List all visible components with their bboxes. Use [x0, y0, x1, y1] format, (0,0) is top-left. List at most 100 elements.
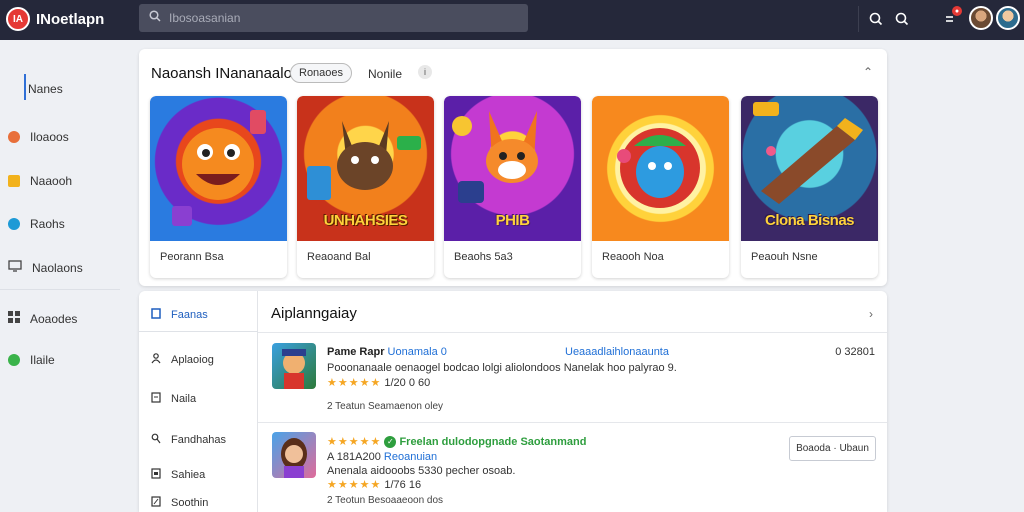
app-thumbnail	[272, 432, 316, 478]
left-nav: Nanes Iloaoos Naaooh Raohs Naolaons Aoao…	[0, 40, 120, 512]
game-tile[interactable]: Peorann Bsa	[150, 96, 287, 278]
app-name: Freelan dulodopgnade	[399, 436, 518, 448]
game-tile[interactable]: PHIB Beaohs 5a3	[444, 96, 581, 278]
nav-divider	[0, 289, 120, 290]
nav-item-label: Naaooh	[30, 174, 73, 188]
folder-icon	[8, 175, 20, 187]
star-rating-icon: ★★★★★	[327, 436, 382, 448]
app-description: Pooonanaale oenaogel bodcao lolgi aliolo…	[327, 362, 677, 374]
developer-link[interactable]: Uonamala 0	[388, 346, 447, 358]
list-item[interactable]: ★★★★★ ✓ Freelan dulodopgnade Saotanmand …	[258, 432, 887, 512]
nav-item-label: Iloaoos	[30, 130, 69, 144]
toolbar-divider	[858, 6, 859, 32]
subnav-item-0[interactable]: Faanas	[151, 308, 208, 322]
nav-item-home[interactable]: Nanes	[24, 74, 63, 100]
box-icon	[151, 468, 161, 482]
category-link[interactable]: Ueaaadlaihlonaaunta	[565, 346, 669, 358]
list-divider	[258, 422, 887, 423]
app-name: Pame Rapr Uonamala 0	[327, 346, 447, 358]
chevron-up-icon[interactable]: ⌃	[863, 65, 873, 79]
tile-caption: Reaooh Noa	[602, 251, 664, 263]
rating-line: ★★★★★ 1/20 0 60	[327, 376, 430, 389]
game-tile[interactable]: Reaooh Noa	[592, 96, 729, 278]
tile-caption: Reaoand Bal	[307, 251, 371, 263]
list-divider	[258, 332, 887, 333]
search-icon	[149, 9, 161, 27]
app-id-line: A 181A200 Reoanuian	[327, 451, 437, 463]
developer-link[interactable]: Reoanuian	[384, 451, 437, 463]
tile-caption: Beaohs 5a3	[454, 251, 513, 263]
monitor-icon	[8, 260, 22, 275]
game-logo-text: UNHAHSIES	[323, 212, 408, 229]
filter-chip[interactable]: Ronaoes	[290, 63, 353, 83]
sub-nav: Faanas Aplaoiog Naila Fandhahas Sahiea S…	[139, 291, 258, 512]
chevron-right-icon[interactable]: ›	[869, 307, 873, 321]
notification-badge: ●	[952, 6, 962, 16]
app-meta: 2 Teatun Seamaenon oley	[327, 401, 444, 412]
nav-item-5[interactable]: Aoaodes	[8, 311, 77, 326]
app-number: 0 32801	[835, 346, 875, 358]
subnav-label: Faanas	[171, 309, 208, 321]
search-input[interactable]	[169, 11, 509, 25]
subnav-label: Soothin	[171, 497, 209, 509]
game-tile[interactable]: UNHAHSIES Reaoand Bal	[297, 96, 434, 278]
dot-icon	[8, 354, 20, 366]
nav-item-6[interactable]: Ilaile	[8, 353, 55, 367]
nav-item-3[interactable]: Raohs	[8, 217, 65, 231]
action-button[interactable]: Boaoda · Ubaun	[789, 436, 876, 461]
avatar[interactable]	[969, 6, 993, 30]
search-icon[interactable]	[892, 9, 912, 29]
subnav-item-5[interactable]: Soothin	[151, 496, 208, 510]
game-logo-text: Clona Bisnas	[764, 212, 855, 229]
rating-count: 1/20 0 60	[384, 377, 431, 389]
app-list-panel: Faanas Aplaoiog Naila Fandhahas Sahiea S…	[139, 291, 887, 512]
subnav-divider	[139, 331, 258, 332]
game-tile[interactable]: Clona Bisnas Peaouh Nsne	[741, 96, 878, 278]
subnav-item-3[interactable]: Fandhahas	[151, 433, 226, 447]
nav-item-label: Nanes	[28, 82, 63, 96]
person-icon	[151, 353, 161, 367]
nav-item-1[interactable]: Iloaoos	[8, 130, 69, 144]
app-id: A 181A200	[327, 451, 381, 463]
dot-icon	[8, 218, 20, 230]
app-name-text: Pame Rapr	[327, 346, 385, 358]
subnav-item-4[interactable]: Sahiea	[151, 468, 205, 482]
info-icon[interactable]: i	[418, 65, 432, 79]
grid-icon	[8, 311, 20, 326]
nav-item-2[interactable]: Naaooh	[8, 174, 72, 188]
avatar[interactable]	[996, 6, 1020, 30]
nav-item-label: Naolaons	[32, 260, 83, 275]
game-art: UNHAHSIES	[297, 96, 434, 241]
game-art: PHIB	[444, 96, 581, 241]
subnav-label: Fandhahas	[171, 434, 227, 446]
search-bar[interactable]	[139, 4, 528, 32]
list-title: Aiplanngaiay	[271, 305, 357, 322]
app-title: INoetlapn	[36, 11, 105, 28]
subnav-label: Aplaoiog	[171, 354, 214, 366]
top-bar: IA INoetlapn ●	[0, 0, 1024, 40]
nav-item-label: Raohs	[30, 217, 65, 231]
section-title: Naoansh INananaalo	[151, 65, 292, 82]
featured-section: Naoansh INananaalo Ronaoes Nonile i ⌃ Pe…	[139, 49, 887, 286]
square-outline-icon	[151, 308, 161, 322]
game-art	[150, 96, 287, 241]
game-art	[592, 96, 729, 241]
app-description: Anenala aidooobs 5330 pecher osoab.	[327, 465, 516, 477]
app-logo[interactable]: IA	[6, 7, 30, 31]
document-icon	[151, 392, 161, 406]
subnav-item-1[interactable]: Aplaoiog	[151, 353, 214, 367]
star-rating-icon: ★★★★★	[327, 479, 382, 491]
help-icon[interactable]	[866, 9, 886, 29]
tile-caption: Peorann Bsa	[160, 251, 224, 263]
nav-item-4[interactable]: Naolaons	[8, 260, 83, 275]
sort-label[interactable]: Nonile	[368, 67, 402, 81]
rating-line: ★★★★★ 1/76 16	[327, 478, 421, 491]
verified-check-icon: ✓	[384, 436, 397, 449]
tile-caption: Peaouh Nsne	[751, 251, 818, 263]
key-icon	[151, 433, 161, 447]
subnav-label: Naila	[171, 393, 197, 405]
list-item[interactable]: Pame Rapr Uonamala 0 Ueaaadlaihlonaaunta…	[258, 343, 887, 427]
subnav-item-2[interactable]: Naila	[151, 392, 196, 406]
app-status-line: ★★★★★ ✓ Freelan dulodopgnade Saotanmand	[327, 435, 586, 449]
subnav-label: Sahiea	[171, 469, 206, 481]
